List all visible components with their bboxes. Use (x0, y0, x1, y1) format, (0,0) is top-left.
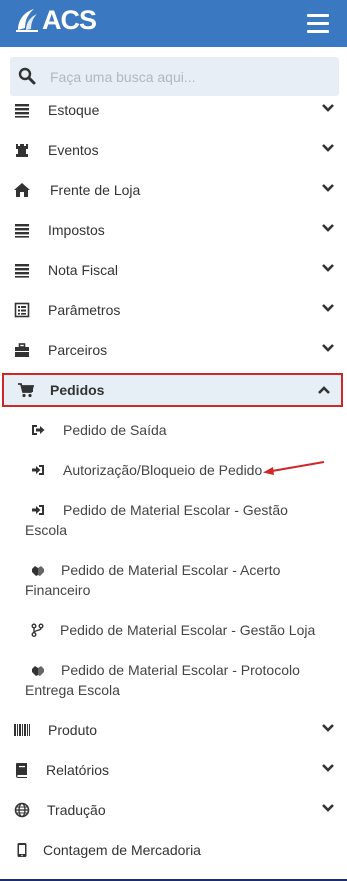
chevron-down-icon (322, 104, 334, 112)
chevron-down-icon (322, 264, 334, 272)
menu-item-label: Parâmetros (48, 302, 121, 318)
hamburger-icon[interactable] (307, 14, 329, 33)
submenu-item-label: Pedido de Material Escolar - Acerto Fina… (25, 562, 281, 598)
menu-item-label: Estoque (48, 102, 100, 118)
submenu-item-label: Pedido de Material Escolar - Gestão Loja (60, 622, 316, 638)
menu-item-contagem-de-mercadoria[interactable]: Contagem de Mercadoria (0, 830, 347, 870)
list-alt-icon (14, 302, 30, 318)
submenu-item-label: Pedido de Saída (63, 422, 167, 438)
menu-item-label: Contagem de Mercadoria (43, 842, 201, 858)
chevron-down-icon (322, 184, 334, 192)
book-icon (16, 763, 27, 778)
code-fork-icon (31, 623, 44, 637)
menu-item-label: Relatórios (46, 762, 110, 778)
barcode-icon (14, 724, 30, 736)
acs-logo[interactable]: ACS (14, 4, 97, 36)
menu-item-relatorios[interactable]: Relatórios (0, 750, 347, 790)
chevron-down-icon (322, 224, 334, 232)
list-icon (15, 264, 29, 278)
chess-rook-icon (16, 144, 28, 157)
submenu-item-acerto-financeiro[interactable]: Pedido de Material Escolar - Acerto Fina… (0, 560, 347, 604)
menu-item-label: Tradução (47, 802, 106, 818)
search-input[interactable] (50, 66, 330, 88)
chevron-down-icon (322, 764, 334, 772)
menu-item-estoque[interactable]: Estoque (0, 90, 347, 130)
list-icon (15, 224, 29, 238)
mobile-icon (17, 843, 27, 857)
chevron-down-icon (322, 144, 334, 152)
menu-item-traducao[interactable]: Tradução (0, 790, 347, 830)
menu-item-nota-fiscal[interactable]: Nota Fiscal (0, 250, 347, 290)
menu-item-label: Impostos (48, 222, 105, 238)
menu-item-label: Produto (48, 722, 98, 738)
menu-item-label: Eventos (48, 142, 99, 158)
chevron-down-icon (322, 724, 334, 732)
menu-item-label: Parceiros (48, 342, 108, 358)
chevron-down-icon (322, 804, 334, 812)
menu-item-impostos[interactable]: Impostos (0, 210, 347, 250)
chevron-down-icon (322, 304, 334, 312)
list-icon (15, 104, 29, 118)
annotation-arrow (263, 461, 325, 475)
menu-item-eventos[interactable]: Eventos (0, 130, 347, 170)
menu-item-label: Frente de Loja (50, 182, 141, 198)
submenu-item-protocolo-entrega[interactable]: Pedido de Material Escolar - Protocolo E… (0, 660, 347, 704)
submenu-item-label: Pedido de Material Escolar - Protocolo E… (25, 662, 300, 698)
app-header: ACS (0, 0, 347, 47)
submenu-item-gestao-loja[interactable]: Pedido de Material Escolar - Gestão Loja (0, 620, 347, 644)
submenu-item-pedido-de-saida[interactable]: Pedido de Saída (0, 420, 347, 444)
chevron-down-icon (322, 344, 334, 352)
globe-icon (14, 802, 30, 818)
logo-mark-icon (16, 9, 38, 32)
chevron-up-icon (318, 386, 330, 394)
menu-item-pedidos[interactable]: Pedidos (2, 373, 343, 407)
submenu-item-gestao-escola[interactable]: Pedido de Material Escolar - Gestão Esco… (0, 500, 347, 544)
cart-icon (18, 383, 34, 398)
briefcase-icon (15, 343, 29, 357)
menu-item-label: Nota Fiscal (48, 262, 119, 278)
menu-item-frente-de-loja[interactable]: Frente de Loja (0, 170, 347, 210)
menu-item-parceiros[interactable]: Parceiros (0, 330, 347, 370)
submenu-item-label: Pedido de Material Escolar - Gestão Esco… (25, 502, 288, 538)
home-icon (14, 183, 30, 197)
menu-item-label: Pedidos (50, 382, 105, 398)
menu-item-produto[interactable]: Produto (0, 710, 347, 750)
sign-in-icon (32, 465, 44, 475)
search-icon (18, 67, 36, 85)
logo-text: ACS (42, 4, 97, 35)
menu-item-parametros[interactable]: Parâmetros (0, 290, 347, 330)
sign-out-icon (32, 425, 45, 435)
